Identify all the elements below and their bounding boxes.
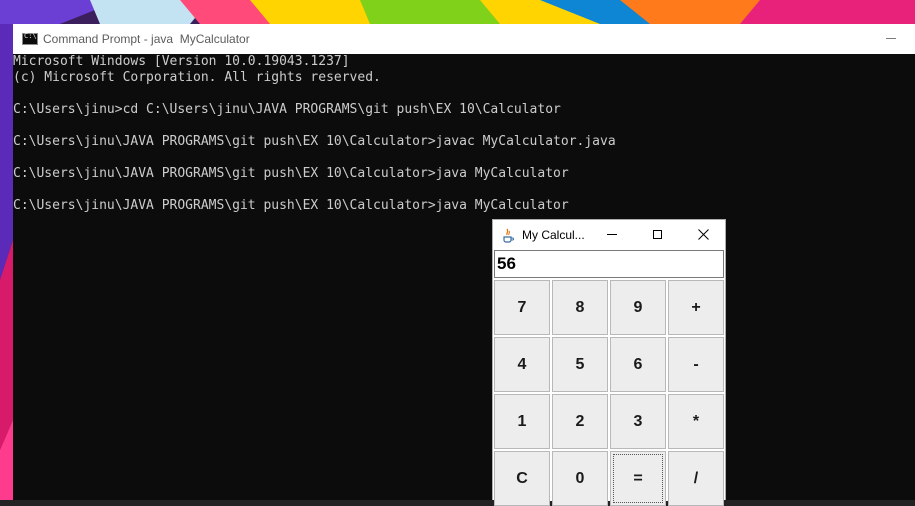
key-8[interactable]: 8 [552, 280, 608, 335]
console-line: C:\Users\jinu\JAVA PROGRAMS\git push\EX … [13, 198, 569, 213]
command-prompt-window[interactable]: Command Prompt - java MyCalculator Micro… [13, 24, 915, 500]
key-9[interactable]: 9 [610, 280, 666, 335]
key-multiply[interactable]: * [668, 394, 724, 449]
java-icon [503, 228, 514, 243]
console-line: C:\Users\jinu\JAVA PROGRAMS\git push\EX … [13, 134, 616, 149]
calculator-display[interactable]: 56 [494, 250, 724, 278]
minimize-button[interactable] [589, 220, 635, 249]
key-minus[interactable]: - [668, 337, 724, 392]
key-1[interactable]: 1 [494, 394, 550, 449]
maximize-icon [652, 230, 662, 239]
calculator-title: My Calcul... [522, 227, 585, 242]
command-prompt-titlebar[interactable]: Command Prompt - java MyCalculator [13, 24, 915, 54]
minimize-button[interactable] [883, 30, 899, 46]
key-6[interactable]: 6 [610, 337, 666, 392]
key-5[interactable]: 5 [552, 337, 608, 392]
calculator-window[interactable]: My Calcul... 56 7 8 9 + 4 5 6 - 1 2 3 * … [492, 219, 726, 506]
console-line: Microsoft Windows [Version 10.0.19043.12… [13, 54, 350, 69]
console-line: C:\Users\jinu\JAVA PROGRAMS\git push\EX … [13, 166, 569, 181]
key-clear[interactable]: C [494, 451, 550, 506]
maximize-button[interactable] [634, 220, 680, 249]
key-2[interactable]: 2 [552, 394, 608, 449]
key-3[interactable]: 3 [610, 394, 666, 449]
key-plus[interactable]: + [668, 280, 724, 335]
key-4[interactable]: 4 [494, 337, 550, 392]
console-line: (c) Microsoft Corporation. All rights re… [13, 70, 381, 85]
console-line: C:\Users\jinu>cd C:\Users\jinu\JAVA PROG… [13, 102, 561, 117]
command-prompt-title: Command Prompt - java MyCalculator [43, 32, 250, 46]
key-7[interactable]: 7 [494, 280, 550, 335]
close-button[interactable] [680, 220, 726, 249]
key-divide[interactable]: / [668, 451, 724, 506]
minimize-icon [607, 234, 617, 235]
cmd-icon [22, 32, 38, 45]
key-equals[interactable]: = [610, 451, 666, 506]
console-output[interactable]: Microsoft Windows [Version 10.0.19043.12… [13, 54, 915, 500]
calculator-keypad: 7 8 9 + 4 5 6 - 1 2 3 * C 0 = / [494, 280, 724, 506]
close-icon [697, 229, 709, 240]
calculator-titlebar[interactable]: My Calcul... [493, 220, 725, 249]
key-0[interactable]: 0 [552, 451, 608, 506]
